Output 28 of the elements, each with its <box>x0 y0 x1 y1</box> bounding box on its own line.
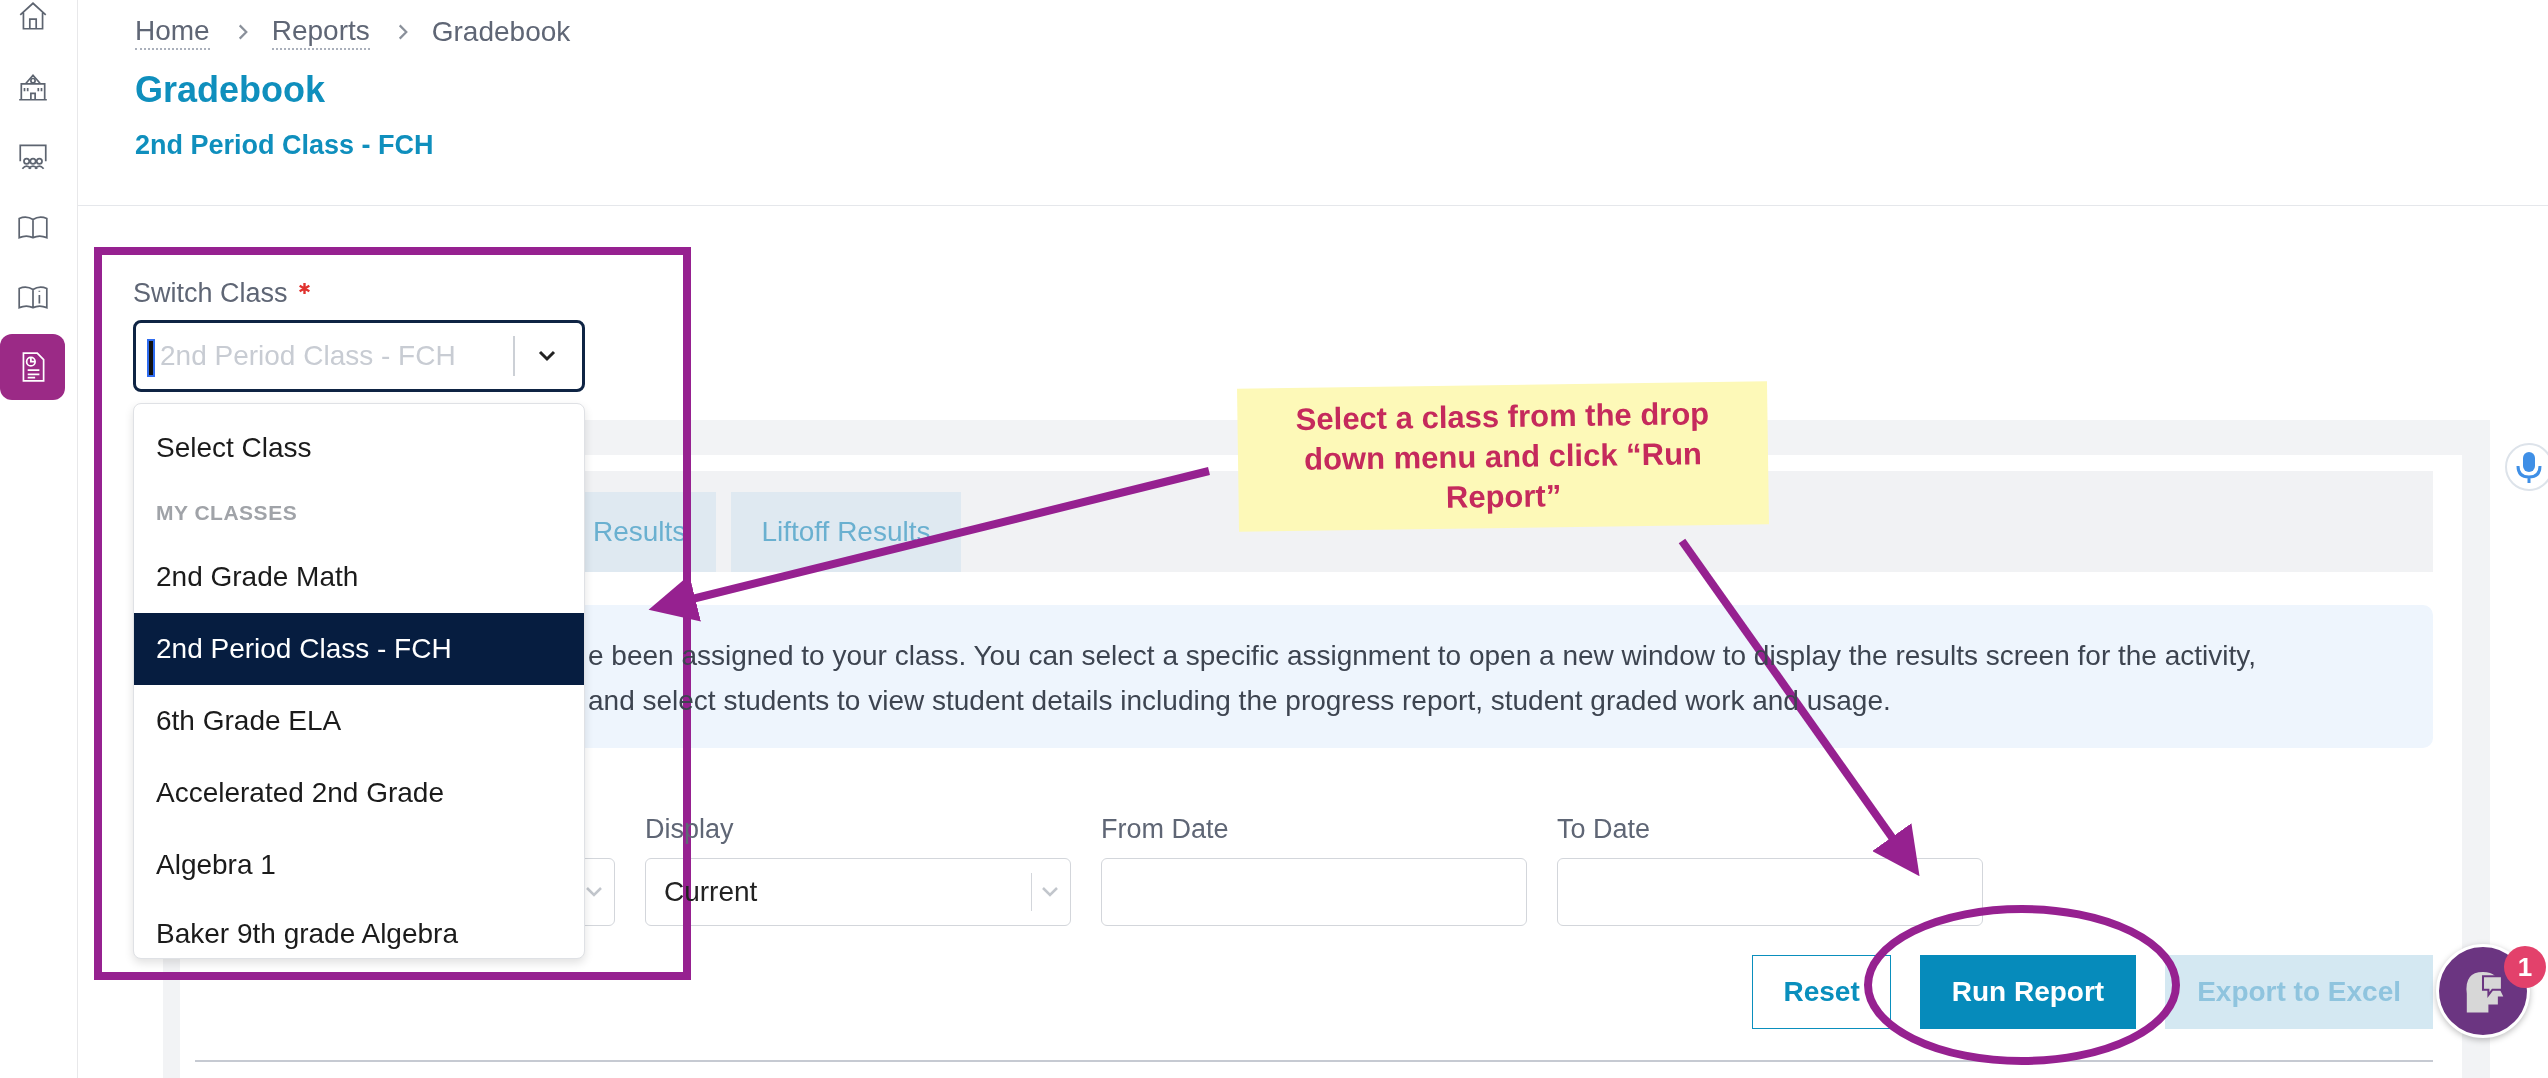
page-title: Gradebook <box>135 68 327 112</box>
chevron-down-icon <box>1040 886 1060 898</box>
dropdown-option[interactable]: Accelerated 2nd Grade <box>134 757 584 829</box>
dropdown-option[interactable]: 2nd Period Class - FCH <box>134 613 584 685</box>
field-label: To Date <box>1557 814 1651 844</box>
microphone-icon[interactable] <box>2504 442 2548 492</box>
dropdown-option[interactable]: Baker 9th grade Algebra <box>134 901 584 958</box>
dropdown-option[interactable]: 2nd Grade Math <box>134 541 584 613</box>
reset-button[interactable]: Reset <box>1752 955 1891 1029</box>
group-header: MY CLASSES <box>155 499 299 526</box>
sidebar-item-active[interactable] <box>0 334 65 400</box>
text-cursor <box>147 339 155 377</box>
annotation-text: Select a class from the drop down menu and click “Run Report” <box>1294 394 1711 517</box>
field-label: From Date <box>1101 814 1229 844</box>
chevron-down-icon <box>537 350 557 362</box>
run-report-button[interactable]: Run Report <box>1919 955 2137 1029</box>
notification-badge: 1 <box>2504 946 2546 988</box>
page-subtitle: 2nd Period Class - FCH <box>135 129 435 162</box>
breadcrumb-current: Gradebook <box>431 16 571 48</box>
date-field[interactable] <box>1101 858 1527 926</box>
dropdown-option[interactable]: Select Class <box>134 412 584 484</box>
dropdown-option[interactable]: Algebra 1 <box>134 829 584 901</box>
breadcrumb-link[interactable]: Reports <box>271 14 370 50</box>
breadcrumb-link[interactable]: Home <box>135 14 210 50</box>
date-field[interactable] <box>1557 858 1983 926</box>
chevron-down-icon <box>584 886 604 898</box>
field-label: Switch Class <box>133 277 288 310</box>
dropdown-option[interactable]: 6th Grade ELA <box>134 685 584 757</box>
